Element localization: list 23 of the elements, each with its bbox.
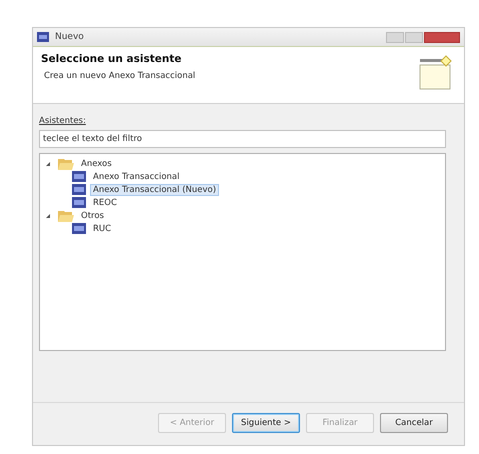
expand-toggle[interactable] [46, 162, 50, 166]
folder-icon [58, 158, 74, 170]
wizard-item-icon [72, 197, 86, 208]
wizard-item-icon [72, 171, 86, 182]
tree-item[interactable]: Otros [78, 210, 107, 222]
filter-label: Asistentes: [39, 116, 87, 126]
expand-toggle[interactable] [46, 214, 50, 218]
close-button[interactable] [424, 32, 460, 42]
app-icon [37, 32, 49, 42]
dialog-button[interactable]: Cancelar [380, 413, 448, 433]
tree-item[interactable]: REOC [90, 196, 120, 208]
tree-item[interactable]: Anexo Transaccional (Nuevo) [90, 184, 220, 196]
wizard-item-icon [72, 184, 86, 195]
window-title: Nuevo [55, 32, 84, 42]
page-title: Seleccione un asistente [41, 53, 182, 65]
wizard-item-icon [72, 223, 86, 234]
dialog-button[interactable]: Siguiente > [232, 413, 300, 433]
folder-icon [58, 210, 74, 222]
tree-item[interactable]: Anexos [78, 158, 115, 170]
tree-item[interactable]: Anexo Transaccional [90, 170, 182, 182]
filter-field[interactable]: teclee el texto del filtro [39, 130, 446, 148]
page-description: Crea un nuevo Anexo Transaccional [43, 71, 196, 81]
tree-item[interactable]: RUC [90, 222, 114, 234]
